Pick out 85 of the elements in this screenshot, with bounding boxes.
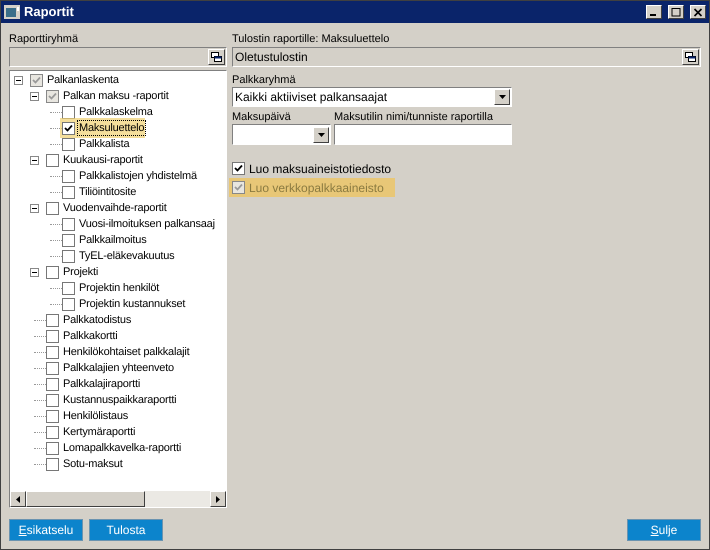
window-title: Raportit: [24, 3, 75, 22]
dialog-button[interactable]: Esikatselu: [9, 519, 83, 541]
dropdown-button[interactable]: [494, 89, 510, 105]
dialog-button[interactable]: Tulosta: [89, 519, 163, 541]
tree-item[interactable]: TyEL-eläkevakuutus: [78, 249, 176, 263]
tree-item[interactable]: Palkkalista: [78, 137, 130, 151]
checkbox[interactable]: [46, 362, 59, 374]
close-icon[interactable]: [690, 5, 706, 19]
tree-item[interactable]: Palkkakortti: [62, 329, 118, 343]
tree-item[interactable]: Henkilölistaus: [62, 409, 130, 423]
field-label: Raporttiryhmä: [9, 32, 80, 46]
caret-icon: [498, 95, 506, 99]
tree-item[interactable]: Palkkalaskelma: [78, 105, 154, 119]
checkbox[interactable]: [46, 266, 59, 278]
checkbox[interactable]: [62, 186, 75, 198]
field-label: Maksutilin nimi/tunniste raportilla: [334, 110, 494, 124]
checkbox[interactable]: [46, 426, 59, 438]
payment-date-dropdown[interactable]: [232, 124, 331, 145]
tree-item[interactable]: Projektin henkilöt: [78, 281, 160, 295]
browse-button[interactable]: [208, 49, 225, 65]
tree-item[interactable]: Sotu-maksut: [62, 457, 124, 471]
field-label: Palkkaryhmä: [232, 73, 297, 87]
checkbox[interactable]: [62, 298, 75, 310]
tree-item[interactable]: Kuukausi-raportit: [62, 153, 144, 167]
checkbox[interactable]: [46, 346, 59, 358]
right-arrow-icon[interactable]: [216, 496, 220, 502]
checkbox[interactable]: [62, 250, 75, 262]
browse-button[interactable]: [682, 49, 699, 65]
field-label: Maksupäivä: [232, 110, 292, 124]
collapse-icon[interactable]: [14, 76, 23, 84]
checkbox[interactable]: [46, 90, 59, 102]
tree-item[interactable]: Palkkatodistus: [62, 313, 132, 327]
tree-item[interactable]: Tiliöintitosite: [78, 185, 138, 199]
checkbox[interactable]: [62, 122, 75, 134]
tree-item[interactable]: Palkkailmoitus: [78, 233, 148, 247]
app-icon: [4, 5, 20, 19]
dialog-button[interactable]: Sulje: [627, 519, 701, 541]
checkbox[interactable]: [46, 154, 59, 166]
tree-item[interactable]: Lomapalkkavelka-raportti: [62, 441, 182, 455]
window-icon: [211, 52, 222, 62]
checkbox[interactable]: [46, 410, 59, 422]
checkbox[interactable]: [30, 74, 43, 86]
checkbox[interactable]: [62, 218, 75, 230]
checkbox[interactable]: [46, 458, 59, 470]
account-name-field[interactable]: [334, 124, 512, 145]
checkbox[interactable]: [46, 442, 59, 454]
checkbox[interactable]: [232, 162, 245, 175]
field-label: Tulostin raportille: Maksuluettelo: [232, 32, 390, 46]
collapse-icon[interactable]: [30, 156, 39, 164]
tree-item[interactable]: Palkan maksu -raportit: [62, 89, 170, 103]
tree-item[interactable]: Palkkalajiraportti: [62, 377, 142, 391]
tree-item[interactable]: Vuosi-ilmoituksen palkansaaj: [78, 217, 216, 231]
checkbox[interactable]: [46, 330, 59, 342]
horizontal-scrollbar[interactable]: [10, 491, 226, 507]
minimize-icon[interactable]: [646, 5, 662, 19]
collapse-icon[interactable]: [30, 92, 39, 100]
left-arrow-icon[interactable]: [16, 496, 20, 502]
checkbox[interactable]: [46, 202, 59, 214]
checkbox[interactable]: [46, 394, 59, 406]
tree-item[interactable]: Henkilökohtaiset palkkalajit: [62, 345, 190, 359]
dropdown-button[interactable]: [313, 126, 329, 142]
printer-field[interactable]: Oletustulostin: [232, 47, 701, 67]
checkbox-label[interactable]: Luo maksuaineistotiedosto: [249, 160, 392, 178]
checkbox[interactable]: [62, 106, 75, 118]
report-group-field[interactable]: [9, 47, 227, 67]
tree-item[interactable]: Kustannuspaikkaraportti: [62, 393, 178, 407]
caret-icon: [318, 132, 324, 136]
checkbox[interactable]: [62, 234, 75, 246]
checkbox[interactable]: [62, 170, 75, 182]
maximize-icon[interactable]: [668, 5, 684, 19]
checkbox[interactable]: [62, 138, 75, 150]
checkbox[interactable]: [46, 378, 59, 390]
collapse-icon[interactable]: [30, 204, 39, 212]
tree-item[interactable]: Projektin kustannukset: [78, 297, 186, 311]
tree-item[interactable]: Vuodenvaihde-raportit: [62, 201, 168, 215]
collapse-icon[interactable]: [30, 268, 39, 276]
checkbox[interactable]: [62, 282, 75, 294]
window-icon: [685, 52, 696, 62]
tree-item[interactable]: Palkanlaskenta: [46, 73, 120, 87]
pay-group-dropdown[interactable]: Kaikki aktiiviset palkansaajat: [232, 87, 512, 107]
tree-item[interactable]: Palkkalajien yhteenveto: [62, 361, 175, 375]
tree-item[interactable]: Projekti: [62, 265, 100, 279]
tree-item[interactable]: Kertymäraportti: [62, 425, 136, 439]
checkbox[interactable]: [46, 314, 59, 326]
tree-item[interactable]: Palkkalistojen yhdistelmä: [78, 169, 198, 183]
